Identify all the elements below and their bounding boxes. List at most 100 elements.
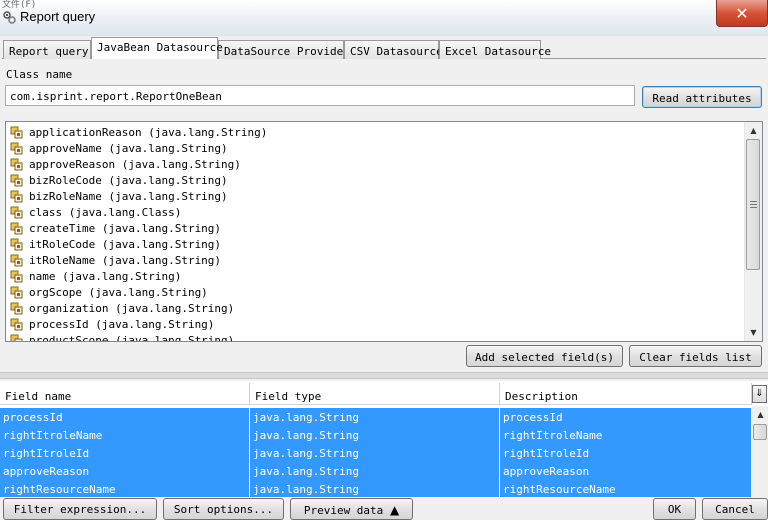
attribute-label: createTime (java.lang.String) <box>29 221 222 235</box>
field-name-cell[interactable]: approveReason <box>0 462 250 480</box>
attribute-label: processId (java.lang.String) <box>29 317 215 331</box>
tab-label: Excel Datasource <box>445 45 551 58</box>
column-header-field-name[interactable]: Field name <box>0 383 250 405</box>
description-cell[interactable]: processId <box>500 408 752 426</box>
grip-line <box>750 201 757 202</box>
attribute-item[interactable]: bizRoleCode (java.lang.String) <box>10 172 228 188</box>
tab-csv-datasource[interactable]: CSV Datasource <box>344 40 443 59</box>
table-scrollbar[interactable]: ▲ <box>752 406 768 497</box>
tab-excel-datasource[interactable]: Excel Datasource <box>439 40 551 59</box>
filter-expression-button[interactable]: Filter expression... <box>3 498 157 520</box>
table-row[interactable]: rightItroleName java.lang.String rightItro… <box>0 426 752 444</box>
attribute-label: itRoleCode (java.lang.String) <box>29 237 222 251</box>
attribute-label: productScope (java.lang.String) <box>29 333 235 342</box>
field-type-cell[interactable]: java.lang.String <box>250 426 500 444</box>
attribute-item[interactable]: approveReason (java.lang.String) <box>10 156 241 172</box>
attribute-item[interactable]: name (java.lang.String) <box>10 268 181 284</box>
read-attributes-button[interactable]: Read attributes <box>642 86 762 108</box>
add-selected-fields-button[interactable]: Add selected field(s) <box>466 345 623 367</box>
attributes-list[interactable]: ▲ ▼ applicationReason (java.lang.String)… <box>5 121 763 342</box>
description-cell[interactable]: approveReason <box>500 462 752 480</box>
tab-datasource-provider[interactable]: DataSource Provider <box>218 40 350 59</box>
field-name-cell[interactable]: processId <box>0 408 250 426</box>
bean-property-icon <box>10 286 23 298</box>
attribute-item[interactable]: class (java.lang.Class) <box>10 204 181 220</box>
cancel-button[interactable]: Cancel <box>702 498 768 520</box>
arrow-up-icon: ▲ <box>389 503 400 517</box>
table-row[interactable]: processId java.lang.String processId <box>0 408 752 426</box>
class-name-value: com.isprint.report.ReportOneBean <box>10 90 222 103</box>
attribute-label: approveReason (java.lang.String) <box>29 157 241 171</box>
tab-report-query[interactable]: Report query <box>3 40 91 59</box>
bean-property-icon <box>10 190 23 202</box>
attribute-item[interactable]: createTime (java.lang.String) <box>10 220 221 236</box>
description-cell[interactable]: rightItroleName <box>500 426 752 444</box>
attribute-label: class (java.lang.Class) <box>29 205 182 219</box>
bean-property-icon <box>10 126 23 138</box>
attribute-label: approveName (java.lang.String) <box>29 141 228 155</box>
attribute-label: bizRoleCode (java.lang.String) <box>29 173 228 187</box>
bean-property-icon <box>10 318 23 330</box>
bean-property-icon <box>10 334 23 341</box>
bean-property-icon <box>10 174 23 186</box>
field-type-cell[interactable]: java.lang.String <box>250 480 500 497</box>
attributes-scrollbar[interactable]: ▲ ▼ <box>744 122 762 341</box>
bean-property-icon <box>10 302 23 314</box>
tab-label: CSV Datasource <box>350 45 443 58</box>
bean-property-icon <box>10 206 23 218</box>
field-type-cell[interactable]: java.lang.String <box>250 462 500 480</box>
tab-javabean-datasource[interactable]: JavaBean Datasource <box>91 37 223 59</box>
attribute-label: bizRoleName (java.lang.String) <box>29 189 228 203</box>
scroll-down-icon[interactable]: ▼ <box>745 324 762 341</box>
field-name-cell[interactable]: rightItroleId <box>0 444 250 462</box>
attribute-item[interactable]: organization (java.lang.String) <box>10 300 234 316</box>
tab-label: DataSource Provider <box>224 45 350 58</box>
fields-table: Field name Field type Description ⇓ ▲ pr… <box>0 381 768 497</box>
close-icon: ✕ <box>735 3 749 23</box>
attribute-label: applicationReason (java.lang.String) <box>29 125 268 139</box>
bean-property-icon <box>10 222 23 234</box>
attribute-item[interactable]: itRoleCode (java.lang.String) <box>10 236 221 252</box>
sort-options-button[interactable]: Sort options... <box>163 498 284 520</box>
description-cell[interactable]: rightResourceName <box>500 480 752 497</box>
table-row[interactable]: rightResourceName java.lang.String rightRe… <box>0 480 752 497</box>
column-chooser-icon[interactable]: ⇓ <box>752 385 767 403</box>
ok-button[interactable]: OK <box>653 498 696 520</box>
table-row[interactable]: approveReason java.lang.String approveReas… <box>0 462 752 480</box>
field-type-cell[interactable]: java.lang.String <box>250 444 500 462</box>
panel-splitter[interactable] <box>0 372 768 379</box>
bean-property-icon <box>10 254 23 266</box>
attribute-label: name (java.lang.String) <box>29 269 182 283</box>
table-row[interactable]: rightItroleId java.lang.String rightItrole… <box>0 444 752 462</box>
scroll-up-icon[interactable]: ▲ <box>745 122 762 139</box>
attribute-item[interactable]: orgScope (java.lang.String) <box>10 284 208 300</box>
bean-property-icon <box>10 270 23 282</box>
description-cell[interactable]: rightItroleId <box>500 444 752 462</box>
title-bar: 文件(F) Report query ✕ <box>0 0 768 36</box>
field-name-cell[interactable]: rightResourceName <box>0 480 250 497</box>
attribute-item[interactable]: itRoleName (java.lang.String) <box>10 252 221 268</box>
attribute-item[interactable]: approveName (java.lang.String) <box>10 140 228 156</box>
column-header-description[interactable]: Description <box>500 383 752 405</box>
bean-property-icon <box>10 158 23 170</box>
attribute-item[interactable]: applicationReason (java.lang.String) <box>10 124 267 140</box>
scroll-thumb[interactable] <box>746 139 760 270</box>
field-type-cell[interactable]: java.lang.String <box>250 408 500 426</box>
tab-label: Report query <box>9 45 89 58</box>
column-header-field-type[interactable]: Field type <box>250 383 500 405</box>
attribute-label: orgScope (java.lang.String) <box>29 285 208 299</box>
class-name-label: Class name <box>6 68 73 81</box>
attribute-item[interactable]: bizRoleName (java.lang.String) <box>10 188 228 204</box>
bean-property-icon <box>10 238 23 250</box>
field-name-cell[interactable]: rightItroleName <box>0 426 250 444</box>
close-button[interactable]: ✕ <box>716 0 768 27</box>
attribute-item[interactable]: processId (java.lang.String) <box>10 316 214 332</box>
clear-fields-list-button[interactable]: Clear fields list <box>629 345 762 367</box>
attribute-item[interactable]: productScope (java.lang.String) <box>10 332 235 342</box>
scroll-up-icon[interactable]: ▲ <box>752 406 768 423</box>
preview-data-button[interactable]: Preview data ▲ <box>290 498 413 520</box>
scroll-thumb[interactable] <box>753 424 767 440</box>
class-name-input[interactable]: com.isprint.report.ReportOneBean <box>5 85 635 106</box>
attribute-label: organization (java.lang.String) <box>29 301 235 315</box>
tab-label: JavaBean Datasource <box>97 41 223 54</box>
